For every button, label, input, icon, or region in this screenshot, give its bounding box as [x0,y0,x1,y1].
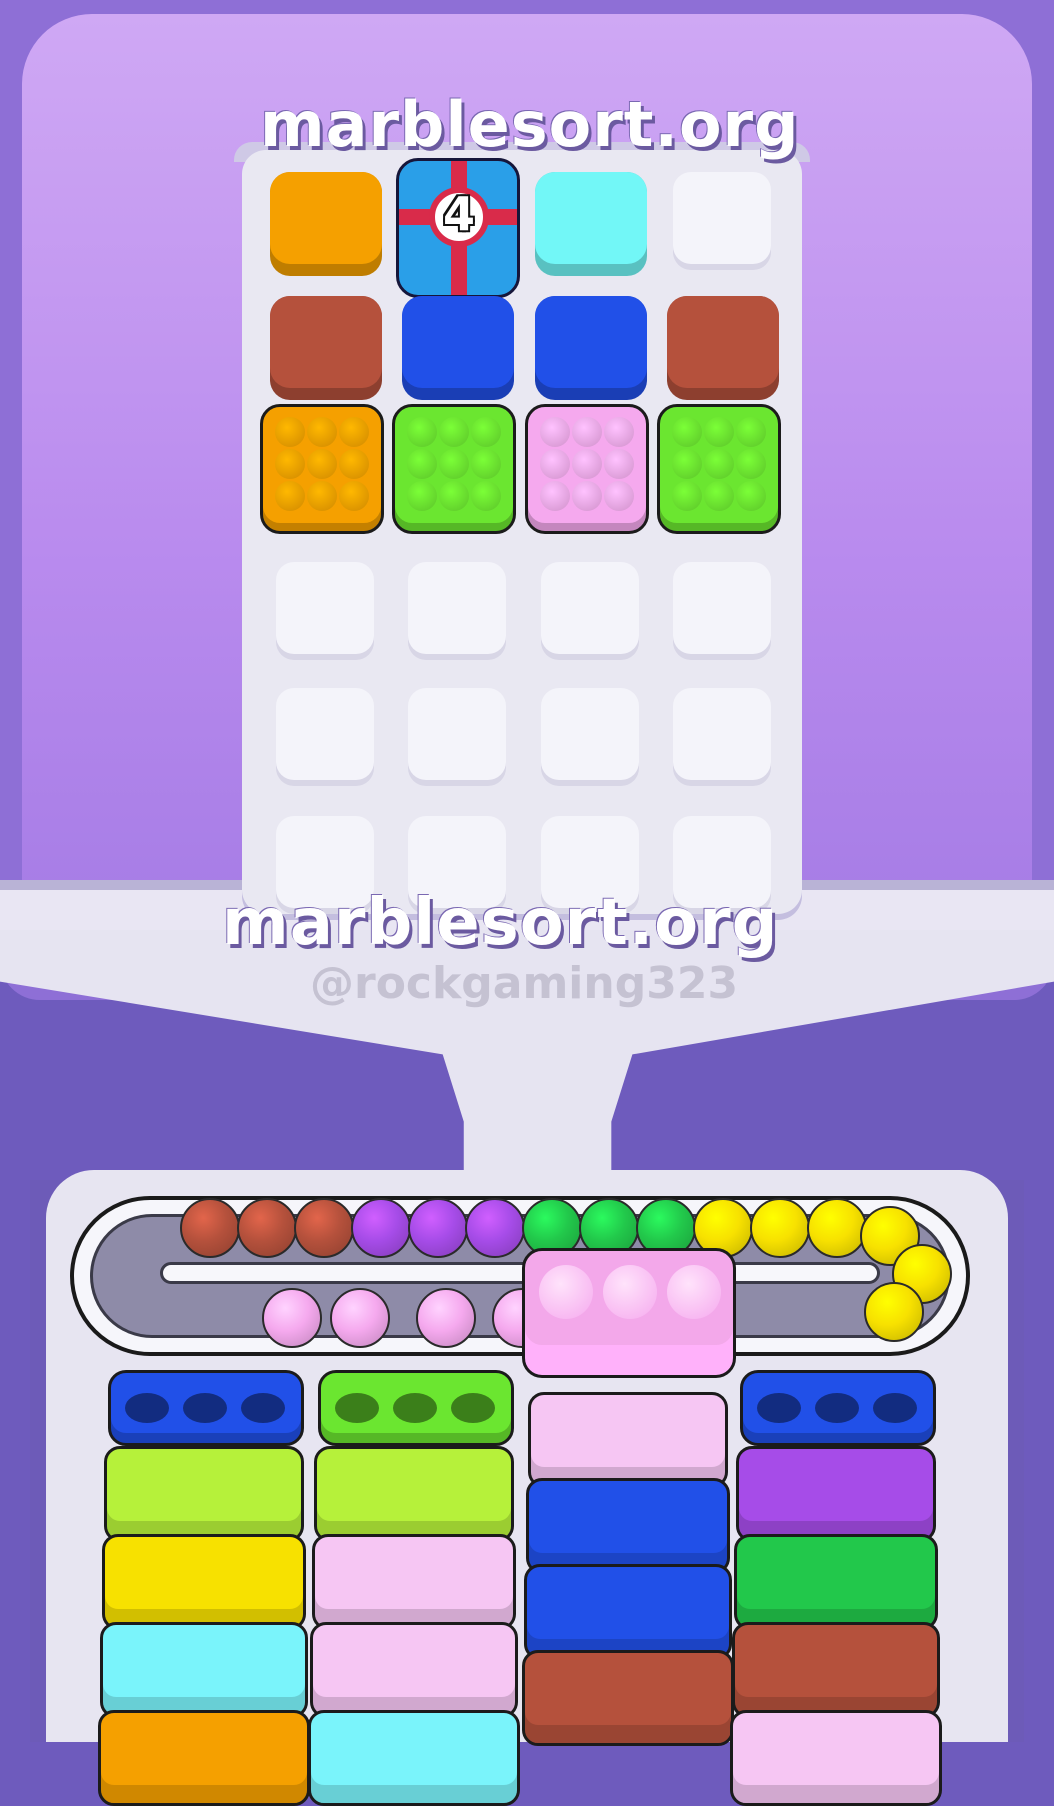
cap-hole [183,1393,227,1423]
column-block-brown [732,1622,940,1718]
cap-hole [335,1393,379,1423]
cap-hole [873,1393,917,1423]
column-block-light_cyan [100,1622,308,1718]
column-block-brown [522,1650,734,1746]
cap-hole [125,1393,169,1423]
column-block-light_pink [310,1622,518,1718]
cap-hole [757,1393,801,1423]
cap-hole [451,1393,495,1423]
handle-watermark: @rockgaming323 [310,958,739,1009]
column-block-light_pink [730,1710,942,1806]
column-cap-blue[interactable] [108,1370,304,1446]
watermark-top: marblesort.org [260,88,800,161]
column-block-lime [314,1446,514,1542]
cap-hole [815,1393,859,1423]
column-block-dark_green [734,1534,938,1630]
column-block-light_cyan [308,1710,520,1806]
column-cap-green[interactable] [318,1370,514,1446]
column-block-yellow [102,1534,306,1630]
column-block-orange [98,1710,310,1806]
column-block-blue [524,1564,732,1660]
column-block-blue [526,1478,730,1574]
cap-hole [393,1393,437,1423]
column-block-light_pink [312,1534,516,1630]
column-cap-blue[interactable] [740,1370,936,1446]
column-block-light_pink [528,1392,728,1488]
cap-hole [241,1393,285,1423]
watermark-middle: marblesort.org [222,886,779,960]
columns-layer [0,0,1054,1806]
column-block-lime [104,1446,304,1542]
column-block-purple [736,1446,936,1542]
